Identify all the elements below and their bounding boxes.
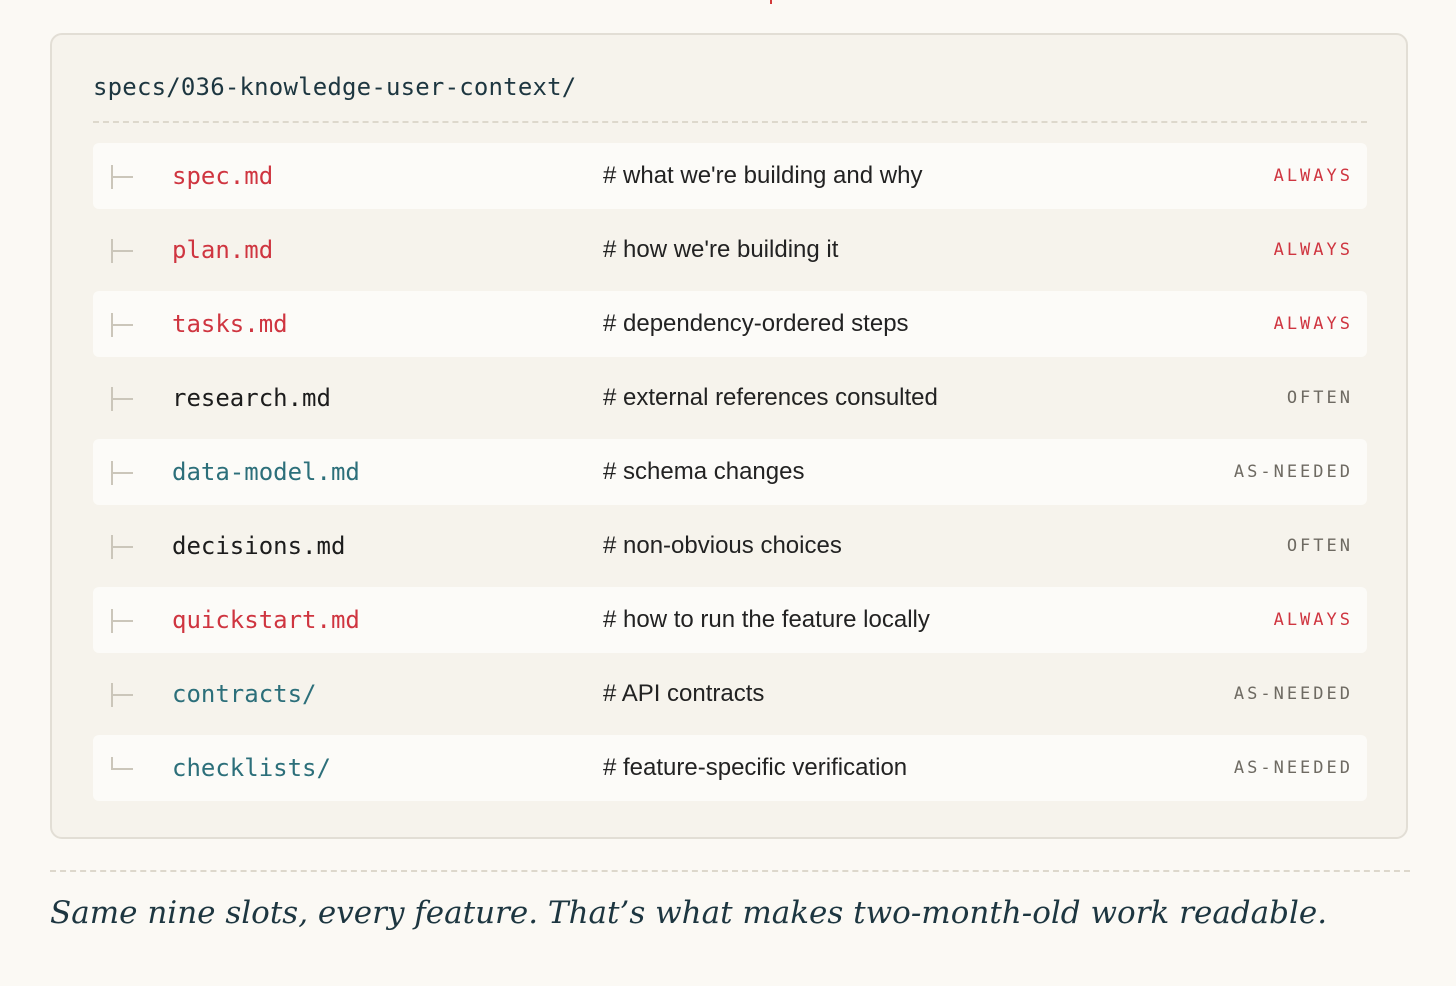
header-divider: [93, 121, 1367, 123]
tree-row-spec: spec.md # what we're building and why AL…: [93, 143, 1367, 209]
file-name: plan.md: [172, 236, 274, 264]
root-folder-path: specs/036-knowledge-user-context/: [93, 73, 577, 101]
file-description: # API contracts: [603, 680, 765, 707]
file-name: decisions.md: [172, 532, 346, 560]
file-description: # feature-specific verification: [603, 754, 908, 781]
file-name: data-model.md: [172, 458, 360, 486]
frequency-tag: ALWAYS: [1273, 314, 1353, 334]
file-description: # how we're building it: [603, 236, 839, 263]
tree-row-research: research.md # external references consul…: [93, 365, 1367, 431]
folder-name: checklists/: [172, 754, 331, 782]
tree-branch-connector: [111, 461, 135, 485]
tree-branch-connector: [111, 313, 135, 337]
file-name: research.md: [172, 384, 331, 412]
caption-divider: [50, 870, 1410, 872]
tree-branch-connector: [111, 535, 135, 559]
frequency-tag: ALWAYS: [1273, 166, 1353, 186]
tree-branch-connector: [111, 387, 135, 411]
file-description: # dependency-ordered steps: [603, 310, 909, 337]
tree-branch-end-connector: [111, 757, 135, 781]
file-description: # external references consulted: [603, 384, 938, 411]
tree-row-decisions: decisions.md # non-obvious choices OFTEN: [93, 513, 1367, 579]
tree-row-checklists: checklists/ # feature-specific verificat…: [93, 735, 1367, 801]
frequency-tag: OFTEN: [1286, 536, 1353, 556]
tree-branch-connector: [111, 683, 135, 707]
tree-branch-connector: [111, 609, 135, 633]
top-accent-mark: [770, 0, 772, 4]
file-description: # how to run the feature locally: [603, 606, 930, 633]
tree-row-quickstart: quickstart.md # how to run the feature l…: [93, 587, 1367, 653]
file-tree-card: specs/036-knowledge-user-context/ spec.m…: [50, 33, 1408, 839]
figure-caption: Same nine slots, every feature. That’s w…: [50, 895, 1328, 931]
frequency-tag: AS-NEEDED: [1233, 684, 1353, 704]
folder-name: contracts/: [172, 680, 317, 708]
tree-branch-connector: [111, 239, 135, 263]
tree-row-data-model: data-model.md # schema changes AS-NEEDED: [93, 439, 1367, 505]
frequency-tag: AS-NEEDED: [1233, 462, 1353, 482]
frequency-tag: AS-NEEDED: [1233, 758, 1353, 778]
frequency-tag: OFTEN: [1286, 388, 1353, 408]
file-description: # non-obvious choices: [603, 532, 842, 559]
tree-row-contracts: contracts/ # API contracts AS-NEEDED: [93, 661, 1367, 727]
file-description: # schema changes: [603, 458, 805, 485]
file-name: spec.md: [172, 162, 274, 190]
file-name: tasks.md: [172, 310, 288, 338]
frequency-tag: ALWAYS: [1273, 610, 1353, 630]
file-description: # what we're building and why: [603, 162, 923, 189]
tree-row-tasks: tasks.md # dependency-ordered steps ALWA…: [93, 291, 1367, 357]
file-name: quickstart.md: [172, 606, 360, 634]
tree-row-plan: plan.md # how we're building it ALWAYS: [93, 217, 1367, 283]
file-tree-list: spec.md # what we're building and why AL…: [93, 143, 1367, 809]
frequency-tag: ALWAYS: [1273, 240, 1353, 260]
tree-branch-connector: [111, 165, 135, 189]
